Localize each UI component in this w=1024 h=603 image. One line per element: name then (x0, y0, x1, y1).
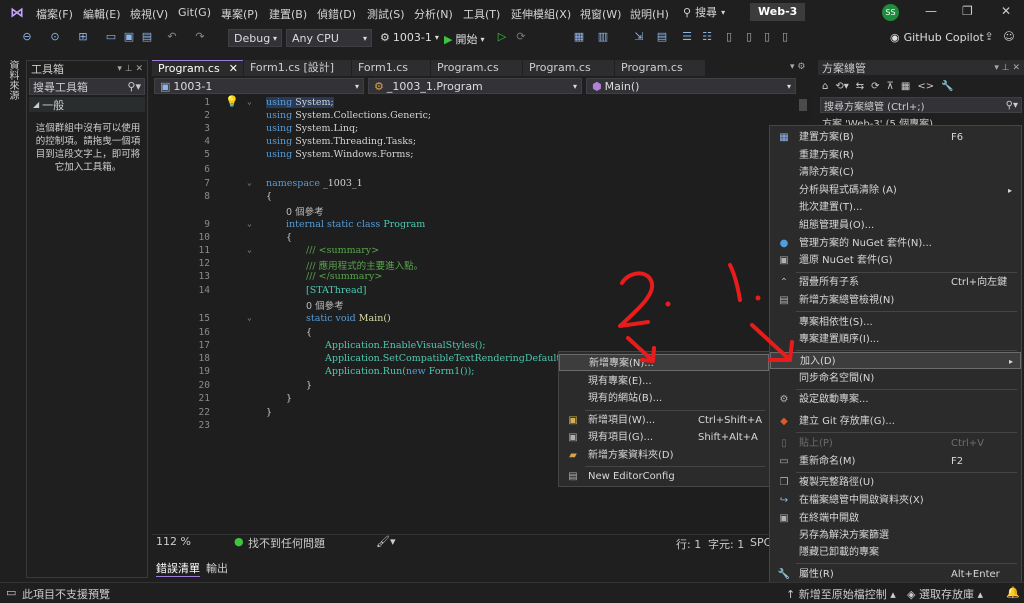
status-bar: ▭ 此項目不支援預覽 ↑ 新增至原始檔控制 ▴ ◈ 選取存放庫 ▴ 🔔 (0, 582, 1024, 603)
repo-icon: ◈ (907, 588, 919, 601)
preview-icon: ▭ (6, 586, 17, 599)
select-repo-button[interactable]: ◈ 選取存放庫 ▴ (907, 586, 983, 602)
source-control-button[interactable]: ↑ 新增至原始檔控制 ▴ (786, 586, 896, 602)
annotation-dot-1 (755, 295, 761, 301)
annotation-dot-2 (665, 301, 671, 307)
annotation-numeral-2 (618, 271, 655, 328)
annotation-arrow-2 (626, 336, 656, 363)
arrow-up-icon: ↑ (786, 588, 799, 601)
handwritten-annotations (618, 263, 794, 363)
annotation-arrow-1 (750, 323, 794, 362)
annotation-numeral-1 (728, 263, 742, 302)
notifications-icon[interactable]: 🔔 (1006, 586, 1020, 599)
status-message: 此項目不支援預覽 (22, 588, 110, 601)
